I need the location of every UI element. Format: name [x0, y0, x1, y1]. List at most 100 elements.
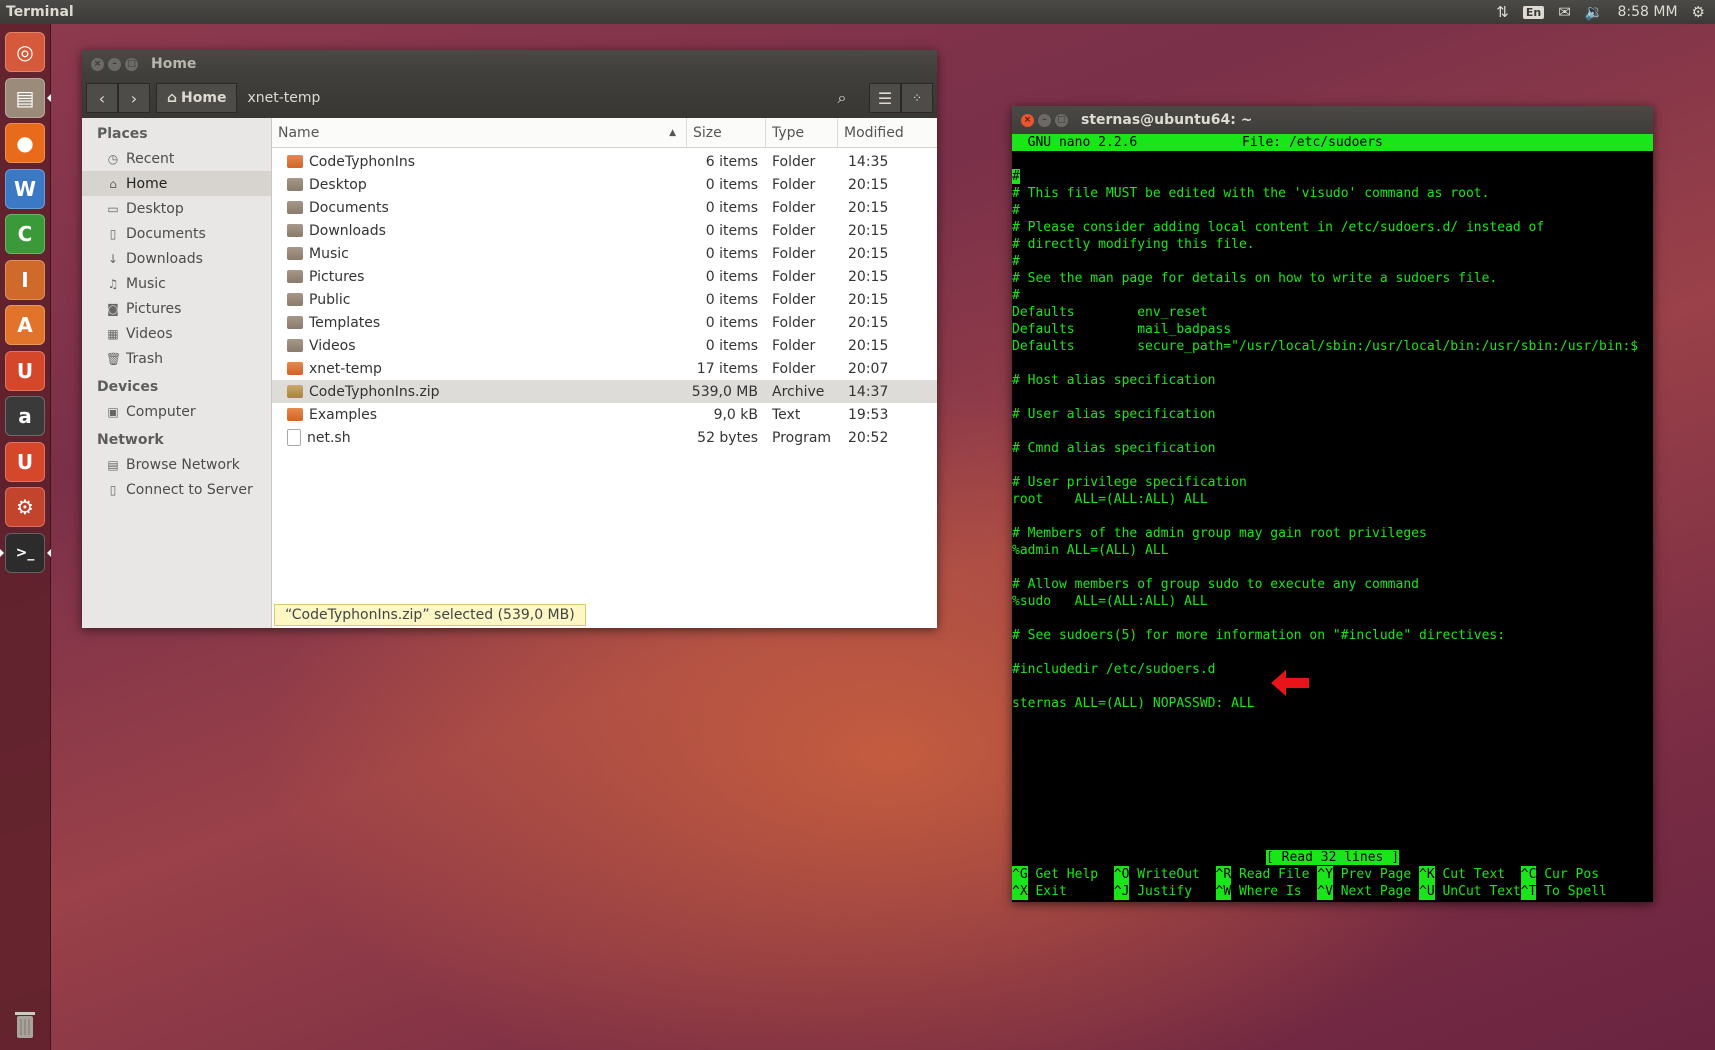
minimize-icon[interactable]: – — [1038, 113, 1051, 127]
column-header-type[interactable]: Type — [766, 118, 838, 147]
sidebar-item-computer[interactable]: ▣ Computer — [82, 399, 271, 424]
file-row[interactable]: Desktop 0 items Folder 20:15 — [272, 173, 937, 196]
sidebar-item-label: Downloads — [126, 250, 203, 267]
keyboard-layout-indicator[interactable]: En — [1522, 5, 1545, 19]
file-size: 0 items — [705, 176, 758, 193]
sidebar-item-label: Desktop — [126, 200, 184, 217]
file-row[interactable]: Documents 0 items Folder 20:15 — [272, 196, 937, 219]
file-row[interactable]: xnet-temp 17 items Folder 20:07 — [272, 357, 937, 380]
file-row[interactable]: Public 0 items Folder 20:15 — [272, 288, 937, 311]
shortcut-key: ^R — [1215, 866, 1232, 883]
column-header-name[interactable]: Name ▲ — [272, 118, 687, 147]
search-icon: ⌕ — [837, 88, 847, 107]
breadcrumb-xnet-temp[interactable]: xnet-temp — [237, 83, 330, 113]
gear-icon[interactable]: ⚙ — [1692, 3, 1705, 21]
folder-icon — [287, 362, 303, 375]
launcher-ubuntu-one-music-icon[interactable]: U — [5, 441, 45, 482]
close-icon[interactable]: × — [1021, 113, 1034, 127]
file-name: Downloads — [309, 222, 386, 239]
list-view-button[interactable]: ☰ — [869, 83, 901, 113]
trash-launcher-icon[interactable] — [5, 1003, 45, 1043]
file-row[interactable]: CodeTyphonIns.zip 539,0 MB Archive 14:37 — [272, 380, 937, 403]
file-row[interactable]: Videos 0 items Folder 20:15 — [272, 334, 937, 357]
forward-button[interactable]: › — [118, 83, 150, 113]
launcher-libreoffice-calc-icon[interactable]: C — [5, 214, 45, 254]
maximize-icon[interactable]: □ — [1055, 113, 1068, 127]
file-row[interactable]: Examples 9,0 kB Text 19:53 — [272, 403, 937, 426]
file-row[interactable]: Music 0 items Folder 20:15 — [272, 242, 937, 265]
launcher-system-settings-icon[interactable]: ⚙ — [5, 487, 45, 527]
folder-icon — [287, 247, 303, 260]
file-name: Public — [309, 291, 351, 308]
minimize-icon[interactable]: – — [108, 57, 121, 71]
sort-ascending-icon: ▲ — [669, 127, 676, 138]
file-modified: 20:15 — [848, 268, 889, 285]
close-icon[interactable]: × — [91, 57, 104, 71]
sidebar-item-recent[interactable]: ◷ Recent — [82, 146, 271, 171]
code-line: # — [1012, 203, 1020, 218]
search-button[interactable]: ⌕ — [825, 83, 859, 113]
sidebar-item-desktop[interactable]: ▭ Desktop — [82, 196, 271, 221]
file-name: xnet-temp — [309, 360, 382, 377]
file-modified: 20:15 — [848, 222, 889, 239]
launcher-ubuntu-software-center-icon[interactable]: A — [5, 305, 45, 345]
column-header-size[interactable]: Size — [687, 118, 766, 147]
volume-icon[interactable]: 🔉 — [1585, 3, 1604, 21]
file-row[interactable]: Downloads 0 items Folder 20:15 — [272, 219, 937, 242]
sidebar-item-label: Connect to Server — [126, 481, 253, 498]
shortcut-label: Where Is — [1231, 884, 1318, 899]
file-row[interactable]: Pictures 0 items Folder 20:15 — [272, 265, 937, 288]
sidebar-item-browse-network[interactable]: ▤ Browse Network — [82, 452, 271, 477]
launcher-libreoffice-impress-icon[interactable]: I — [5, 259, 45, 300]
sidebar-item-music[interactable]: ♫ Music — [82, 271, 271, 296]
file-contents[interactable]: # # This file MUST be edited with the 'vi… — [1012, 151, 1653, 712]
launcher-ubuntu-one-icon[interactable]: U — [5, 350, 45, 391]
launcher-files-icon[interactable]: ▤ — [5, 77, 51, 118]
breadcrumb-label: Home — [181, 90, 227, 106]
desktop-icon: ▭ — [107, 201, 119, 216]
sidebar-item-downloads[interactable]: ↓ Downloads — [82, 246, 271, 271]
file-size: 0 items — [705, 222, 758, 239]
sidebar-item-pictures[interactable]: ◙ Pictures — [82, 296, 271, 321]
launcher-firefox-icon[interactable]: ● — [5, 123, 45, 163]
file-modified: 20:15 — [848, 199, 889, 216]
transfer-arrows-icon[interactable]: ⇅ — [1496, 3, 1509, 21]
back-button[interactable]: ‹ — [86, 83, 118, 113]
breadcrumb-home[interactable]: ⌂ Home — [156, 83, 238, 113]
file-modified: 20:15 — [848, 291, 889, 308]
file-name: CodeTyphonIns — [309, 153, 415, 170]
status-message-text: [ Read 32 lines ] — [1265, 850, 1400, 865]
sidebar-item-documents[interactable]: ▯ Documents — [82, 221, 271, 246]
folder-icon — [287, 178, 303, 191]
file-size: 0 items — [705, 245, 758, 262]
clock[interactable]: 8:58 MM — [1618, 4, 1678, 20]
file-row[interactable]: net.sh 52 bytes Program 20:52 — [272, 426, 937, 449]
sidebar-heading-devices: Devices — [97, 379, 159, 395]
window-titlebar[interactable]: × – □ sternas@ubuntu64: ~ — [1012, 106, 1653, 134]
launcher-amazon-icon[interactable]: a — [5, 396, 45, 436]
launcher-dash-home-icon[interactable]: ◎ — [5, 32, 45, 72]
file-row[interactable]: CodeTyphonIns 6 items Folder 14:35 — [272, 150, 937, 173]
file-row[interactable]: Templates 0 items Folder 20:15 — [272, 311, 937, 334]
sidebar-item-videos[interactable]: ▦ Videos — [82, 321, 271, 346]
file-modified: 20:07 — [848, 360, 889, 377]
server-icon: ▯ — [109, 482, 117, 497]
sidebar-item-connect-to-server[interactable]: ▯ Connect to Server — [82, 477, 271, 502]
sidebar-item-trash[interactable]: 🗑 Trash — [82, 346, 271, 371]
file-modified: 20:15 — [848, 337, 889, 354]
file-size: 0 items — [705, 337, 758, 354]
grid-view-button[interactable]: ⁘ — [901, 83, 933, 113]
shortcut-label: Justify — [1129, 884, 1216, 899]
launcher-terminal-icon[interactable]: >_ — [0, 532, 51, 573]
window-titlebar[interactable]: × – □ Home — [82, 50, 937, 78]
sidebar-item-home[interactable]: ⌂ Home — [82, 171, 271, 196]
mail-icon[interactable]: ✉ — [1558, 3, 1571, 21]
column-header-modified[interactable]: Modified — [838, 118, 937, 147]
file-name: Desktop — [309, 176, 367, 193]
code-line: Defaults mail_badpass — [1012, 322, 1232, 337]
launcher-libreoffice-writer-icon[interactable]: W — [5, 168, 45, 209]
maximize-icon[interactable]: □ — [125, 57, 138, 71]
terminal-screen[interactable]: GNU nano 2.2.6 File: /etc/sudoers # # Thi… — [1012, 134, 1653, 902]
nano-shortcut: ^C Cur Pos — [1520, 866, 1623, 883]
